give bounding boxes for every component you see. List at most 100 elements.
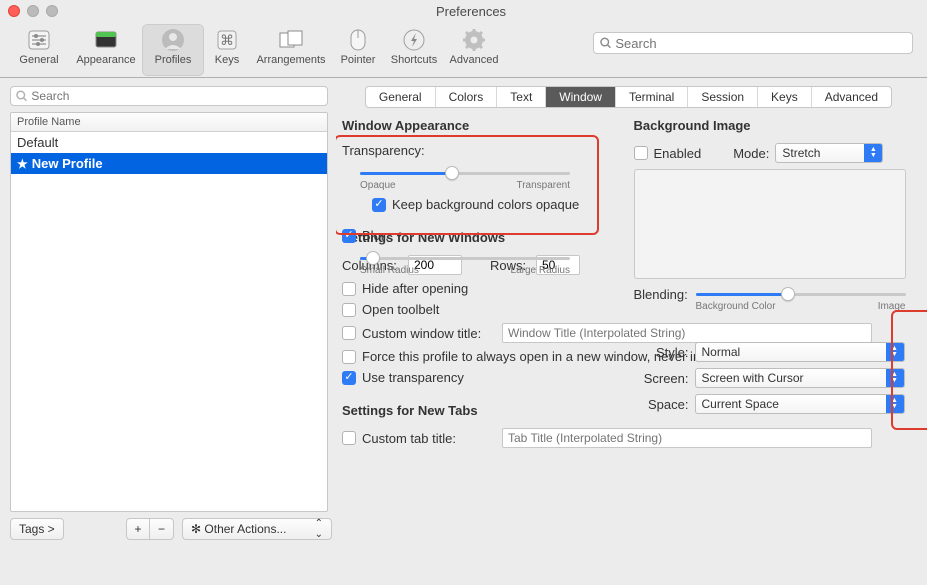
keep-opaque-label: Keep background colors opaque — [392, 197, 579, 212]
blur-slider[interactable] — [360, 251, 570, 265]
toolbar-item-arrangements[interactable]: Arrangements — [250, 24, 332, 76]
window-title: Preferences — [15, 4, 927, 19]
space-select[interactable]: Current Space ▲▼ — [695, 394, 905, 414]
bolt-icon — [398, 26, 430, 54]
blur-checkbox[interactable] — [342, 229, 356, 243]
select-value: Stretch — [776, 146, 864, 160]
toolbar-item-shortcuts[interactable]: Shortcuts — [384, 24, 444, 76]
other-actions-button[interactable]: ✻ Other Actions... ⌃⌄ — [182, 518, 332, 540]
command-icon: ⌘ — [211, 26, 243, 54]
toolbar-label: Profiles — [155, 54, 192, 66]
tab-session[interactable]: Session — [688, 87, 758, 107]
sliders-icon — [23, 26, 55, 54]
toolbar-search-input[interactable] — [615, 36, 906, 51]
toolbar-item-advanced[interactable]: Advanced — [444, 24, 504, 76]
chevron-down-icon: ⌃⌄ — [315, 518, 323, 540]
blur-min-label: Small Radius — [360, 265, 419, 276]
svg-text:⌘: ⌘ — [220, 32, 234, 48]
screen-label: Screen: — [634, 371, 689, 386]
bgimage-enabled-checkbox[interactable] — [634, 146, 648, 160]
profile-list-header: Profile Name — [11, 113, 327, 132]
select-value: Screen with Cursor — [696, 371, 886, 385]
gear-icon — [458, 26, 490, 54]
toolbar-item-pointer[interactable]: Pointer — [332, 24, 384, 76]
gear-icon: ✻ — [191, 522, 201, 536]
style-select[interactable]: Normal ▲▼ — [695, 342, 905, 362]
profile-search-input[interactable] — [31, 89, 322, 103]
blur-label: Blur: — [362, 228, 389, 243]
star-icon: ★ — [17, 157, 28, 171]
select-value: Current Space — [696, 397, 886, 411]
profile-settings: General Colors Text Window Terminal Sess… — [336, 78, 927, 585]
toolbar-item-appearance[interactable]: Appearance — [70, 24, 142, 76]
transparency-slider[interactable] — [360, 166, 570, 180]
tab-window[interactable]: Window — [546, 87, 616, 107]
bgimage-mode-label: Mode: — [733, 146, 769, 161]
style-label: Style: — [634, 345, 689, 360]
tab-keys[interactable]: Keys — [758, 87, 812, 107]
profile-search[interactable] — [10, 86, 328, 106]
profiles-sidebar: Profile Name Default ★ New Profile Tags … — [0, 78, 336, 585]
toolbar-label: Arrangements — [256, 54, 325, 66]
toolbar-label: General — [19, 54, 58, 66]
custom-tab-title-input[interactable] — [502, 428, 872, 448]
tab-advanced[interactable]: Advanced — [812, 87, 891, 107]
add-profile-button[interactable]: + — [126, 518, 150, 540]
other-actions-label: Other Actions... — [204, 522, 286, 536]
tab-text[interactable]: Text — [497, 87, 546, 107]
tags-button[interactable]: Tags > — [10, 518, 64, 540]
keep-opaque-checkbox[interactable] — [372, 198, 386, 212]
blending-label: Blending: — [634, 287, 690, 302]
toolbar-search[interactable] — [593, 32, 913, 54]
custom-tab-title-label: Custom tab title: — [362, 431, 496, 446]
toolbar-item-keys[interactable]: ⌘ Keys — [204, 24, 250, 76]
toolbar-label: Shortcuts — [391, 54, 437, 66]
toolbar-label: Appearance — [76, 54, 135, 66]
titlebar: Preferences — [0, 0, 927, 22]
profile-row-label: New Profile — [32, 156, 103, 171]
select-value: Normal — [696, 345, 886, 359]
bgimage-enabled-label: Enabled — [654, 146, 702, 161]
toolbar-label: Keys — [215, 54, 239, 66]
add-remove-group: + − — [126, 518, 174, 540]
toolbar-item-profiles[interactable]: Profiles — [142, 24, 204, 76]
profile-tabs: General Colors Text Window Terminal Sess… — [365, 86, 892, 108]
tab-terminal[interactable]: Terminal — [616, 87, 688, 107]
bgimage-mode-select[interactable]: Stretch ▲▼ — [775, 143, 883, 163]
profile-row-default[interactable]: Default — [11, 132, 327, 153]
tab-general[interactable]: General — [366, 87, 436, 107]
section-heading-bgimage: Background Image — [634, 118, 916, 133]
tab-colors[interactable]: Colors — [436, 87, 498, 107]
toolbar-item-general[interactable]: General — [8, 24, 70, 76]
window-appearance-section: Window Appearance Transparency: Opaque T… — [342, 118, 624, 420]
background-image-section: Background Image Enabled Mode: Stretch ▲… — [634, 118, 916, 420]
custom-tab-title-checkbox[interactable] — [342, 431, 356, 445]
transparency-label: Transparency: — [342, 143, 624, 158]
space-label: Space: — [634, 397, 689, 412]
remove-profile-button[interactable]: − — [150, 518, 174, 540]
chevron-updown-icon: ▲▼ — [886, 343, 904, 361]
section-heading-appearance: Window Appearance — [342, 118, 624, 133]
windows-icon — [275, 26, 307, 54]
search-icon — [600, 37, 611, 49]
blending-slider[interactable] — [696, 287, 906, 301]
blending-max-label: Image — [878, 301, 906, 312]
toolbar: General Appearance Profiles ⌘ Keys Arran… — [0, 22, 927, 78]
profile-list[interactable]: Profile Name Default ★ New Profile — [10, 112, 328, 512]
window-icon — [90, 26, 122, 54]
toolbar-label: Advanced — [450, 54, 499, 66]
bgimage-well[interactable] — [634, 169, 906, 279]
toolbar-label: Pointer — [341, 54, 376, 66]
transparency-min-label: Opaque — [360, 180, 396, 191]
profile-icon — [157, 26, 189, 54]
chevron-updown-icon: ▲▼ — [864, 144, 882, 162]
profile-row-new-profile[interactable]: ★ New Profile — [11, 153, 327, 174]
blending-min-label: Background Color — [696, 301, 776, 312]
tags-button-label: Tags > — [19, 522, 55, 536]
transparency-max-label: Transparent — [516, 180, 570, 191]
mouse-icon — [342, 26, 374, 54]
chevron-updown-icon: ▲▼ — [886, 369, 904, 387]
search-icon — [16, 90, 27, 102]
blur-max-label: Large Radius — [511, 265, 570, 276]
screen-select[interactable]: Screen with Cursor ▲▼ — [695, 368, 905, 388]
